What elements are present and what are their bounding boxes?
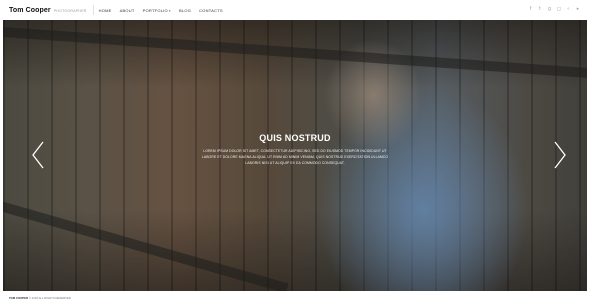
footer-copyright: © 2016 ALL RIGHTS RESERVED: [28, 296, 71, 300]
chevron-left-icon: [32, 141, 44, 169]
nav-home[interactable]: HOME: [99, 8, 112, 13]
flickr-icon[interactable]: ∘: [566, 6, 572, 13]
nav-about[interactable]: ABOUT: [120, 8, 135, 13]
hero-slider: QUIS NOSTRUD LOREM IPSUM DOLOR SIT AMET,…: [3, 20, 587, 291]
slider-next-button[interactable]: [552, 140, 568, 170]
footer-brand: TOM COOPER: [9, 296, 29, 300]
brand-tagline: PHOTOGRAPHER: [53, 8, 87, 13]
chevron-right-icon: [554, 141, 566, 169]
facebook-icon[interactable]: f: [528, 6, 534, 13]
social-links: f t g ◻ ∘ ▸: [524, 6, 581, 13]
slide-text: LOREM IPSUM DOLOR SIT AMET, CONSECTETUR …: [201, 149, 389, 165]
instagram-icon[interactable]: ◻: [556, 6, 562, 13]
google-plus-icon[interactable]: g: [547, 6, 553, 13]
brand-name: Tom Cooper: [9, 6, 51, 14]
slide-title: QUIS NOSTRUD: [259, 133, 331, 143]
chevron-down-icon: ▾: [168, 8, 171, 13]
nav-blog[interactable]: BLOG: [179, 8, 191, 13]
slide-caption: QUIS NOSTRUD LOREM IPSUM DOLOR SIT AMET,…: [3, 133, 587, 166]
site-header: Tom Cooper PHOTOGRAPHER HOME ABOUT PORTF…: [0, 0, 590, 20]
site-footer: TOM COOPER © 2016 ALL RIGHTS RESERVED: [9, 296, 71, 300]
nav-contacts[interactable]: CONTACTS: [199, 8, 223, 13]
slider-prev-button[interactable]: [30, 140, 46, 170]
main-nav: HOME ABOUT PORTFOLIO▾ BLOG CONTACTS: [99, 8, 231, 13]
twitter-icon[interactable]: t: [537, 6, 543, 13]
nav-portfolio[interactable]: PORTFOLIO▾: [143, 8, 171, 13]
header-divider: [92, 5, 94, 15]
youtube-icon[interactable]: ▸: [575, 6, 581, 13]
nav-portfolio-label: PORTFOLIO: [142, 7, 168, 13]
brand-logo[interactable]: Tom Cooper PHOTOGRAPHER: [9, 7, 87, 14]
